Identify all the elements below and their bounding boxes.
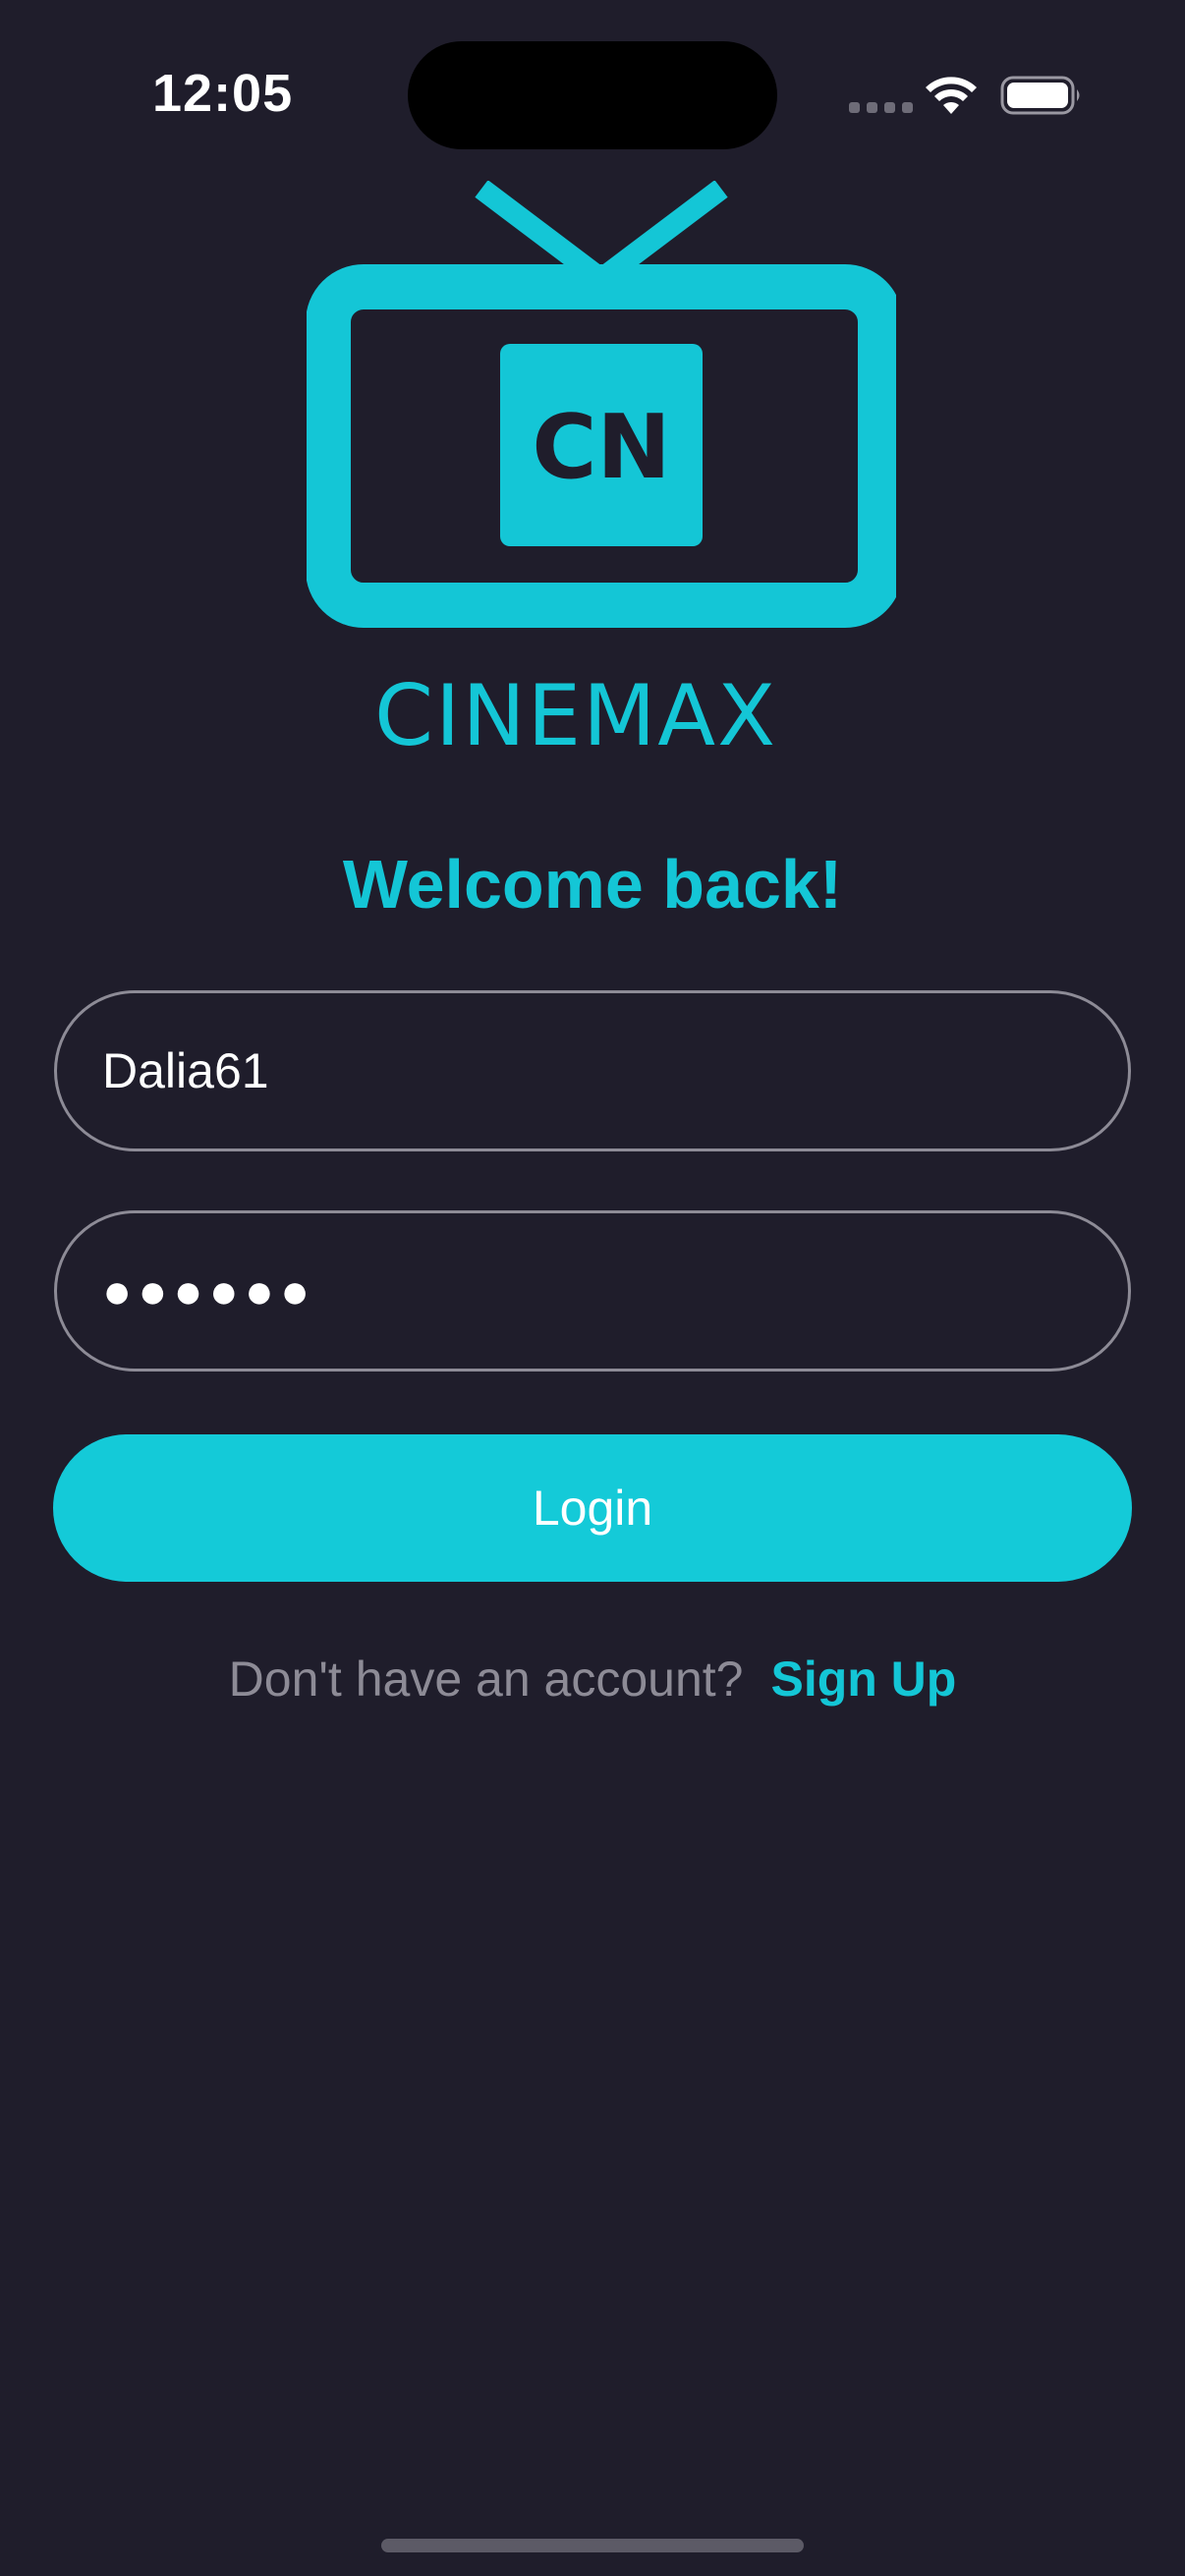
signup-link[interactable]: Sign Up bbox=[770, 1651, 956, 1708]
signup-prompt: Don't have an account? bbox=[228, 1652, 744, 1707]
battery-icon bbox=[1000, 76, 1080, 115]
tv-logo-icon: CN CINEMAX bbox=[307, 181, 896, 760]
login-button-label: Login bbox=[532, 1481, 653, 1536]
home-indicator[interactable] bbox=[381, 2539, 804, 2552]
login-button[interactable]: Login bbox=[53, 1434, 1132, 1582]
signup-row: Don't have an account? Sign Up bbox=[0, 1651, 1185, 1708]
username-field[interactable]: Dalia61 bbox=[54, 990, 1131, 1151]
password-value: ●●●●●● bbox=[102, 1263, 316, 1318]
wifi-icon bbox=[926, 77, 977, 114]
password-field[interactable]: ●●●●●● bbox=[54, 1210, 1131, 1372]
logo-monogram: CN bbox=[532, 396, 670, 499]
username-value: Dalia61 bbox=[102, 1043, 269, 1098]
welcome-heading: Welcome back! bbox=[342, 846, 843, 923]
dynamic-island bbox=[408, 41, 777, 149]
cellular-signal-icon bbox=[849, 102, 913, 113]
logo-wordmark: CINEMAX bbox=[374, 667, 777, 760]
status-time: 12:05 bbox=[152, 64, 294, 123]
